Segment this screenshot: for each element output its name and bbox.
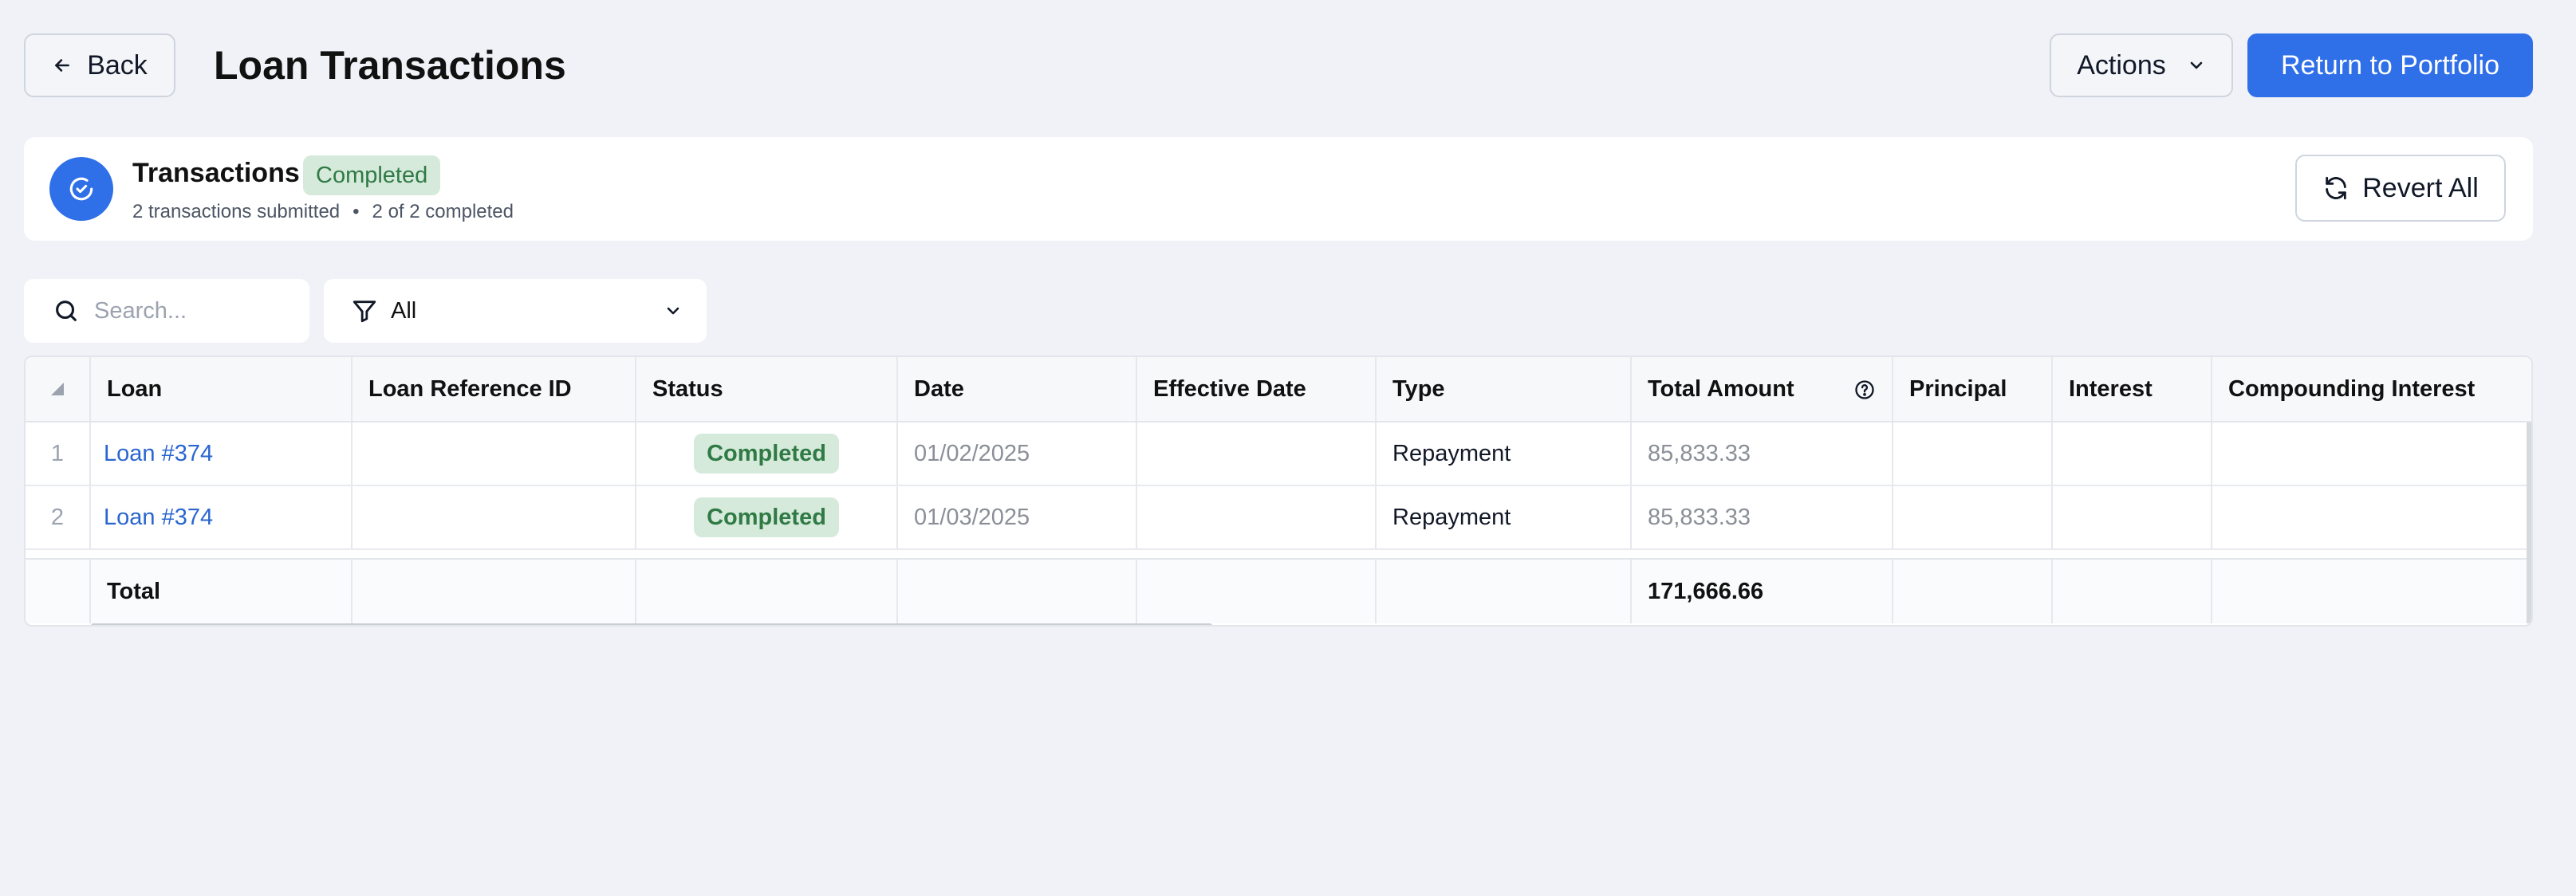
row-number: 2 (26, 486, 91, 548)
date-cell[interactable]: 01/02/2025 (898, 422, 1137, 485)
corner-triangle-icon (51, 383, 64, 395)
status-filter-select[interactable]: All (324, 279, 707, 343)
total-empty-cell (2212, 560, 2531, 623)
total-amount-cell[interactable]: 85,833.33 (1632, 422, 1893, 485)
status-cell: Completed (636, 486, 898, 548)
summary-subtitle: 2 transactions submitted • 2 of 2 comple… (132, 201, 514, 223)
column-header-effective-date[interactable]: Effective Date (1137, 357, 1377, 421)
table-row[interactable]: 1 Loan #374 Completed 01/02/2025 Repayme… (26, 422, 2531, 486)
type-cell[interactable]: Repayment (1377, 486, 1632, 548)
search-input[interactable] (94, 297, 286, 324)
table-row[interactable]: 2 Loan #374 Completed 01/03/2025 Repayme… (26, 486, 2531, 550)
total-empty-cell (898, 560, 1137, 623)
help-circle-icon[interactable] (1853, 379, 1876, 401)
table-header-row: Loan Loan Reference ID Status Date Effec… (26, 357, 2531, 422)
column-header-compounding-interest[interactable]: Compounding Interest (2212, 357, 2531, 421)
loan-reference-cell[interactable] (353, 486, 636, 548)
status-badge: Completed (303, 155, 441, 195)
interest-cell[interactable] (2053, 422, 2212, 485)
total-amount-sum: 171,666.66 (1632, 560, 1893, 623)
loan-link-text[interactable]: Loan #374 (104, 505, 213, 531)
total-empty-cell (636, 560, 898, 623)
total-empty-cell (1377, 560, 1632, 623)
vertical-scrollbar[interactable] (2527, 422, 2531, 623)
back-label: Back (87, 49, 148, 81)
column-header-type[interactable]: Type (1377, 357, 1632, 421)
loan-reference-cell[interactable] (353, 422, 636, 485)
status-badge: Completed (694, 434, 839, 474)
horizontal-scrollbar[interactable] (91, 623, 1212, 625)
compounding-interest-cell[interactable] (2212, 422, 2531, 485)
summary-title: Transactions (132, 158, 300, 188)
total-amount-header-label: Total Amount (1648, 375, 1794, 402)
search-icon (56, 301, 77, 321)
check-circle-icon (49, 157, 113, 221)
row-number: 1 (26, 422, 91, 485)
filter-icon (353, 301, 376, 323)
date-cell[interactable]: 01/03/2025 (898, 486, 1137, 548)
column-header-loan-reference-id[interactable]: Loan Reference ID (353, 357, 636, 421)
back-button[interactable]: Back (24, 33, 175, 97)
total-row-number (26, 560, 91, 623)
total-empty-cell (2053, 560, 2212, 623)
arrow-left-icon (55, 59, 70, 72)
principal-cell[interactable] (1893, 422, 2053, 485)
status-cell: Completed (636, 422, 898, 485)
revert-all-button[interactable]: Revert All (2295, 155, 2506, 222)
submitted-count: 2 transactions submitted (132, 201, 341, 222)
effective-date-cell[interactable] (1137, 422, 1377, 485)
revert-label: Revert All (2362, 172, 2479, 203)
search-box[interactable] (24, 279, 309, 343)
return-to-portfolio-button[interactable]: Return to Portfolio (2247, 33, 2533, 97)
loan-link[interactable]: Loan #374 (91, 486, 353, 548)
page-title: Loan Transactions (214, 43, 566, 88)
total-empty-cell (1137, 560, 1377, 623)
transactions-summary-card: Transactions Completed 2 transactions su… (24, 137, 2533, 241)
filter-label: All (391, 297, 417, 324)
column-header-date[interactable]: Date (898, 357, 1137, 421)
loan-link-text[interactable]: Loan #374 (104, 441, 213, 467)
select-all-corner[interactable] (26, 357, 91, 421)
column-header-status[interactable]: Status (636, 357, 898, 421)
column-header-loan[interactable]: Loan (91, 357, 353, 421)
total-amount-cell[interactable]: 85,833.33 (1632, 486, 1893, 548)
actions-label: Actions (2077, 49, 2166, 81)
transactions-table: Loan Loan Reference ID Status Date Effec… (24, 356, 2533, 627)
total-label: Total (91, 560, 353, 623)
column-header-total-amount[interactable]: Total Amount (1632, 357, 1893, 421)
total-empty-cell (1893, 560, 2053, 623)
column-header-principal[interactable]: Principal (1893, 357, 2053, 421)
completed-count: 2 of 2 completed (372, 201, 514, 222)
type-cell[interactable]: Repayment (1377, 422, 1632, 485)
separator-dot: • (353, 201, 360, 222)
table-total-row: Total 171,666.66 (26, 558, 2531, 623)
principal-cell[interactable] (1893, 486, 2053, 548)
status-badge: Completed (694, 497, 839, 537)
refresh-icon (2326, 176, 2346, 200)
compounding-interest-cell[interactable] (2212, 486, 2531, 548)
page-header: Back Loan Transactions Actions Return to… (24, 33, 2533, 97)
interest-cell[interactable] (2053, 486, 2212, 548)
loan-link[interactable]: Loan #374 (91, 422, 353, 485)
effective-date-cell[interactable] (1137, 486, 1377, 548)
actions-dropdown-button[interactable]: Actions (2050, 33, 2233, 97)
total-empty-cell (353, 560, 636, 623)
chevron-down-icon (2190, 61, 2203, 69)
chevron-down-icon (667, 307, 679, 315)
column-header-interest[interactable]: Interest (2053, 357, 2212, 421)
